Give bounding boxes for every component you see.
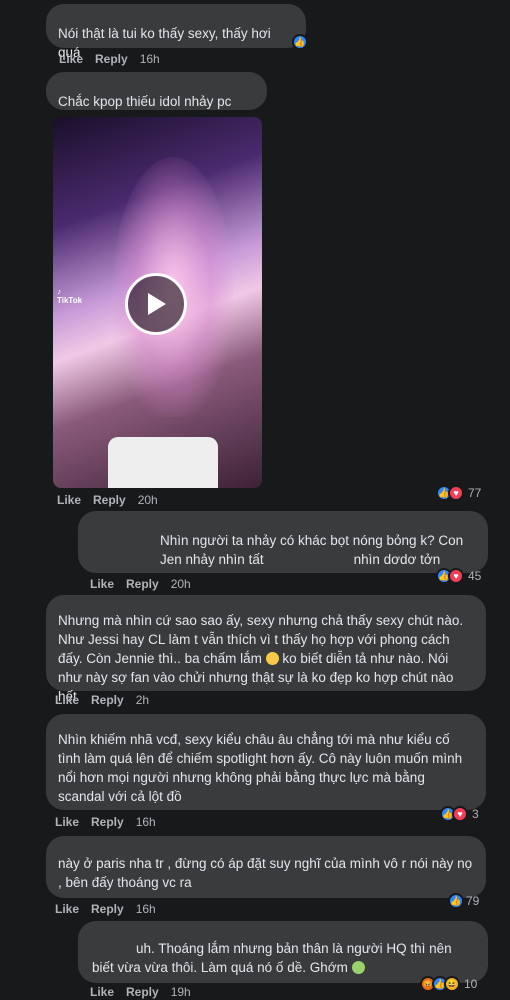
reactions-summary[interactable]: 😡 👍 😆 10 xyxy=(420,976,477,992)
comment-bubble-1: Nói thật là tui ko thấy sexy, thấy hơi q… xyxy=(46,4,308,60)
comment-time[interactable]: 16h xyxy=(140,52,160,66)
pleading-emoji-icon xyxy=(265,652,279,665)
comment-bubble-3: Nhìn người ta nhảy có khác bọt nóng bỏng… xyxy=(78,511,488,573)
like-button[interactable]: Like xyxy=(90,577,114,591)
tiktok-logo-icon: ♪ TikTok xyxy=(57,287,83,305)
reply-button[interactable]: Reply xyxy=(95,52,128,66)
love-reaction-icon: ♥ xyxy=(452,806,468,822)
comment-actions-6: Like Reply 16h xyxy=(55,902,156,916)
comment-actions-1: Like Reply 16h xyxy=(59,52,160,66)
reaction-count: 3 xyxy=(472,807,479,821)
comment-actions-7: Like Reply 19h xyxy=(90,985,191,999)
video-figure xyxy=(108,437,218,488)
video-brand: TikTok xyxy=(57,296,83,305)
reaction-count: 79 xyxy=(466,894,480,908)
comment-bubble-4: Nhưng mà nhìn cứ sao sao ấy, sexy nhưng … xyxy=(46,595,486,704)
reply-button[interactable]: Reply xyxy=(91,815,124,829)
comment-time[interactable]: 20h xyxy=(138,493,158,507)
comment-actions-3: Like Reply 20h xyxy=(90,577,191,591)
reaction-count: 45 xyxy=(468,569,482,583)
reply-button[interactable]: Reply xyxy=(126,577,159,591)
like-button[interactable]: Like xyxy=(55,815,79,829)
love-reaction-icon: ♥ xyxy=(448,485,464,501)
like-button[interactable]: Like xyxy=(59,52,83,66)
reactions-summary[interactable]: 👍 ♥ 45 xyxy=(436,568,481,584)
comment-actions-5: Like Reply 16h xyxy=(55,815,156,829)
like-button[interactable]: Like xyxy=(90,985,114,999)
like-reaction-icon[interactable]: 👍 xyxy=(292,34,308,50)
comment-bubble-2: Chắc kpop thiếu idol nhảy pc sexy xyxy=(46,72,267,128)
comment-text: Nhìn khiếm nhã vcđ, sexy kiểu châu âu ch… xyxy=(58,732,466,804)
love-reaction-icon: ♥ xyxy=(448,568,464,584)
comment-time[interactable]: 16h xyxy=(136,902,156,916)
haha-reaction-icon: 😆 xyxy=(444,976,460,992)
comment-actions-2: Like Reply 20h xyxy=(57,493,158,507)
comment-time[interactable]: 2h xyxy=(136,693,149,707)
like-reaction-icon: 👍 xyxy=(448,893,464,909)
comment-text: Nhưng mà nhìn cứ sao sao ấy, sexy nhưng … xyxy=(58,611,474,706)
comment-text: này ở paris nha tr , đừng có áp đặt suy … xyxy=(58,856,476,890)
reactions-summary[interactable]: 👍 ♥ 77 xyxy=(436,485,481,501)
comment-time[interactable]: 19h xyxy=(171,985,191,999)
reactions-summary[interactable]: 👍 ♥ 3 xyxy=(440,806,479,822)
comment-bubble-7: uh. Thoáng lắm nhưng bản thân là người H… xyxy=(78,921,488,983)
reply-button[interactable]: Reply xyxy=(93,493,126,507)
video-thumbnail[interactable]: ♪ TikTok xyxy=(53,117,262,488)
like-button[interactable]: Like xyxy=(55,902,79,916)
comment-text: Nhìn người ta nhảy có khác bọt nóng bỏng… xyxy=(160,533,467,567)
comment-actions-4: Like Reply 2h xyxy=(55,693,149,707)
reply-button[interactable]: Reply xyxy=(91,902,124,916)
reply-button[interactable]: Reply xyxy=(91,693,124,707)
comment-bubble-6: này ở paris nha tr , đừng có áp đặt suy … xyxy=(46,836,486,898)
reactions-summary[interactable]: 👍 79 xyxy=(448,893,479,909)
reply-button[interactable]: Reply xyxy=(126,985,159,999)
comment-time[interactable]: 20h xyxy=(171,577,191,591)
reaction-count: 77 xyxy=(468,486,482,500)
comment-time[interactable]: 16h xyxy=(136,815,156,829)
reaction-count: 10 xyxy=(464,977,478,991)
play-icon[interactable] xyxy=(125,273,187,335)
comment-bubble-5: Nhìn khiếm nhã vcđ, sexy kiểu châu âu ch… xyxy=(46,714,486,810)
like-button[interactable]: Like xyxy=(55,693,79,707)
pensive-emoji-icon xyxy=(351,961,365,974)
comment-text: uh. Thoáng lắm nhưng bản thân là người H… xyxy=(92,939,476,977)
comment-text-part: uh. Thoáng lắm nhưng bản thân là người H… xyxy=(92,941,456,975)
like-button[interactable]: Like xyxy=(57,493,81,507)
